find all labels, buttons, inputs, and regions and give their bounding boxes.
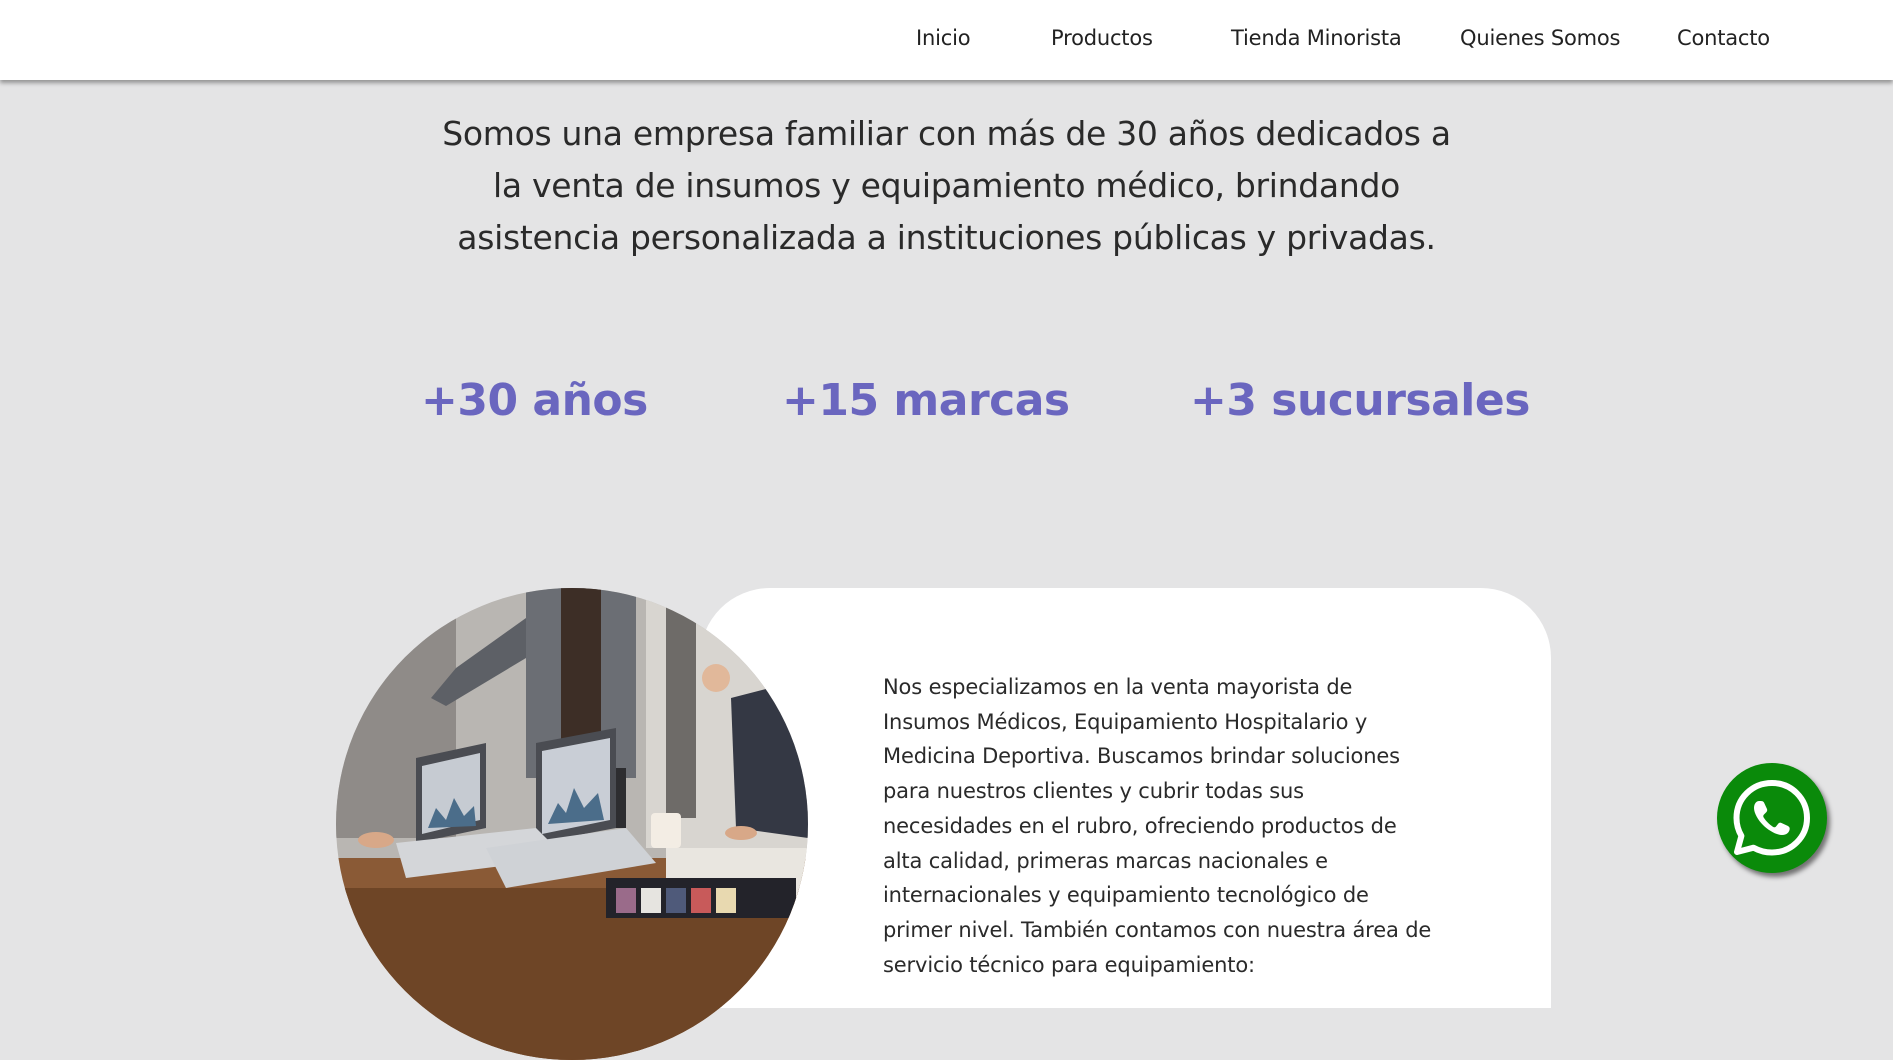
stat-years: +30 años (421, 375, 648, 426)
nav-link-quienes-somos[interactable]: Quienes Somos (1460, 26, 1620, 50)
stat-branches: +3 sucursales (1190, 375, 1530, 426)
nav-link-inicio[interactable]: Inicio (916, 26, 971, 50)
intro-line: Somos una empresa familiar con más de 30… (442, 114, 1451, 153)
intro-line: la venta de insumos y equipamiento médic… (493, 166, 1400, 205)
whatsapp-button[interactable] (1717, 763, 1827, 873)
whatsapp-icon (1733, 780, 1810, 856)
intro-line: asistencia personalizada a instituciones… (457, 218, 1436, 257)
nav-link-productos[interactable]: Productos (1051, 26, 1153, 50)
office-meeting-photo (336, 588, 808, 1060)
about-description: Nos especializamos en la venta mayorista… (883, 675, 1432, 977)
nav-link-contacto[interactable]: Contacto (1677, 26, 1770, 50)
top-navbar: Inicio Productos Tienda Minorista Quiene… (0, 0, 1893, 80)
stat-brands: +15 marcas (782, 375, 1070, 426)
nav-link-tienda-minorista[interactable]: Tienda Minorista (1231, 26, 1402, 50)
intro-paragraph: Somos una empresa familiar con más de 30… (0, 108, 1893, 264)
